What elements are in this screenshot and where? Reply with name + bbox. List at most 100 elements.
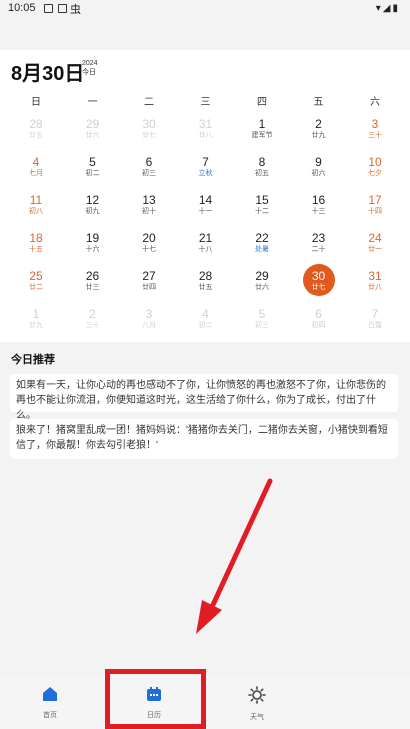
- recommend-card[interactable]: 如果有一天，让你心动的再也感动不了你，让你愤怒的再也激怒不了你，让你悲伤的再也不…: [10, 374, 398, 421]
- lunar-date: 廿七: [142, 132, 156, 139]
- notification-icon: [58, 4, 67, 13]
- weekday-label: 五: [313, 97, 324, 108]
- calendar-day-selected[interactable]: 30 廿七: [290, 264, 348, 307]
- nav-weather[interactable]: 天气: [227, 686, 287, 722]
- lunar-date: 初十: [142, 208, 156, 215]
- calendar-day[interactable]: 22 处暑: [233, 231, 291, 269]
- lunar-date: 白露: [368, 322, 382, 329]
- calendar-day[interactable]: 5 初三: [233, 307, 291, 345]
- calendar-day[interactable]: 21 十八: [177, 231, 235, 269]
- calendar-day[interactable]: 3 三十: [346, 117, 404, 155]
- joke-card[interactable]: 狼来了！猪窝里乱成一团！猪妈妈说：'猪猪你去关门，二猪你去关窗，小猪快到看短信了…: [10, 419, 398, 459]
- day-number: 15: [255, 193, 269, 207]
- day-number: 29: [85, 117, 100, 131]
- day-number: 13: [142, 193, 156, 207]
- calendar-day[interactable]: 29 廿六: [233, 269, 291, 307]
- calendar-day[interactable]: 10 七夕: [346, 155, 404, 193]
- status-bar: 10:05 虫 ▾◢▮: [0, 0, 410, 18]
- lunar-date: 廿九: [29, 322, 43, 329]
- calendar-day[interactable]: 25 廿二: [7, 269, 65, 307]
- weekday-header: 日一二三四五六: [0, 93, 410, 108]
- weekday-label: 二: [144, 97, 154, 108]
- notification-icon: [44, 4, 53, 13]
- day-number: 2: [89, 307, 96, 321]
- lunar-date: 建军节: [251, 132, 273, 139]
- lunar-date: 廿五: [198, 284, 213, 291]
- calendar-day[interactable]: 7 白露: [346, 307, 404, 345]
- lunar-date: 廿九: [311, 132, 326, 139]
- day-number: 26: [85, 269, 100, 283]
- lunar-date: 八月: [142, 322, 156, 329]
- day-number: 8: [258, 155, 266, 169]
- calendar-day[interactable]: 2 廿九: [290, 117, 348, 155]
- calendar-day[interactable]: 5 初二: [64, 155, 122, 193]
- calendar-day[interactable]: 16 十三: [290, 193, 348, 231]
- calendar-day[interactable]: 2 三十: [64, 307, 122, 345]
- calendar-day[interactable]: 1 廿九: [7, 307, 65, 345]
- day-number: 11: [29, 193, 43, 207]
- lunar-date: 廿六: [255, 284, 269, 291]
- day-number: 1: [32, 307, 40, 321]
- lunar-date: 廿八: [198, 132, 213, 139]
- calendar-day[interactable]: 1 建军节: [233, 117, 291, 155]
- day-number: 20: [142, 231, 156, 245]
- calendar-day[interactable]: 31 廿八: [346, 269, 404, 307]
- calendar-day[interactable]: 28 廿五: [177, 269, 235, 307]
- calendar-day[interactable]: 13 初十: [120, 193, 178, 231]
- home-icon: [43, 687, 57, 701]
- calendar-day[interactable]: 9 初六: [290, 155, 348, 193]
- top-bar: [0, 18, 410, 50]
- calendar-day[interactable]: 6 初三: [120, 155, 178, 193]
- calendar-day[interactable]: 4 七月: [7, 155, 65, 193]
- lunar-date: 七夕: [368, 170, 382, 177]
- calendar-day[interactable]: 3 八月: [120, 307, 178, 345]
- calendar-day[interactable]: 7 立秋: [177, 155, 235, 193]
- lunar-date: 廿二: [29, 284, 43, 291]
- weekday-label: 六: [370, 97, 380, 108]
- calendar-day[interactable]: 29 廿六: [64, 117, 122, 155]
- lunar-date: 初五: [255, 170, 269, 177]
- day-number: 3: [371, 117, 379, 131]
- lunar-date: 初四: [311, 322, 326, 329]
- calendar-day[interactable]: 20 十七: [120, 231, 178, 269]
- calendar-day[interactable]: 30 廿七: [120, 117, 178, 155]
- lunar-date: 廿八: [368, 284, 382, 291]
- lunar-date: 三十: [85, 322, 100, 329]
- lunar-date: 廿一: [368, 246, 382, 253]
- calendar-day[interactable]: 4 初二: [177, 307, 235, 345]
- lunar-date: 初六: [311, 170, 326, 177]
- lunar-date: 十六: [85, 246, 100, 253]
- calendar-day[interactable]: 24 廿一: [346, 231, 404, 269]
- day-number: 10: [368, 155, 382, 169]
- calendar-day[interactable]: 11 初八: [7, 193, 65, 231]
- lunar-date: 初二: [198, 322, 213, 329]
- day-number: 31: [198, 117, 213, 131]
- annotation-highlight-box: [105, 669, 206, 729]
- nav-home[interactable]: 首页: [20, 686, 80, 720]
- calendar-day[interactable]: 18 十五: [7, 231, 65, 269]
- weather-sun-icon: [248, 686, 266, 704]
- today-button[interactable]: 今日: [82, 69, 96, 76]
- lunar-date: 廿六: [85, 132, 100, 139]
- bug-icon: 虫: [70, 4, 81, 16]
- calendar-day[interactable]: 6 初四: [290, 307, 348, 345]
- calendar-day[interactable]: 8 初五: [233, 155, 291, 193]
- day-number: 31: [368, 269, 382, 283]
- calendar-day[interactable]: 12 初九: [64, 193, 122, 231]
- day-number: 5: [258, 307, 266, 321]
- calendar-day[interactable]: 14 十一: [177, 193, 235, 231]
- calendar-day[interactable]: 28 廿五: [7, 117, 65, 155]
- calendar-day[interactable]: 15 十二: [233, 193, 291, 231]
- day-number: 3: [145, 307, 153, 321]
- day-number: 2: [315, 117, 322, 131]
- lunar-date: 处暑: [255, 246, 269, 253]
- calendar-day[interactable]: 19 十六: [64, 231, 122, 269]
- lunar-date: 十二: [255, 208, 269, 215]
- calendar-day[interactable]: 17 十四: [346, 193, 404, 231]
- day-number: 12: [85, 193, 100, 207]
- calendar-day[interactable]: 31 廿八: [177, 117, 235, 155]
- calendar-day[interactable]: 27 廿四: [120, 269, 178, 307]
- nav-weather-label: 天气: [250, 714, 264, 721]
- calendar-day[interactable]: 26 廿三: [64, 269, 122, 307]
- lunar-date: 廿七: [311, 284, 326, 291]
